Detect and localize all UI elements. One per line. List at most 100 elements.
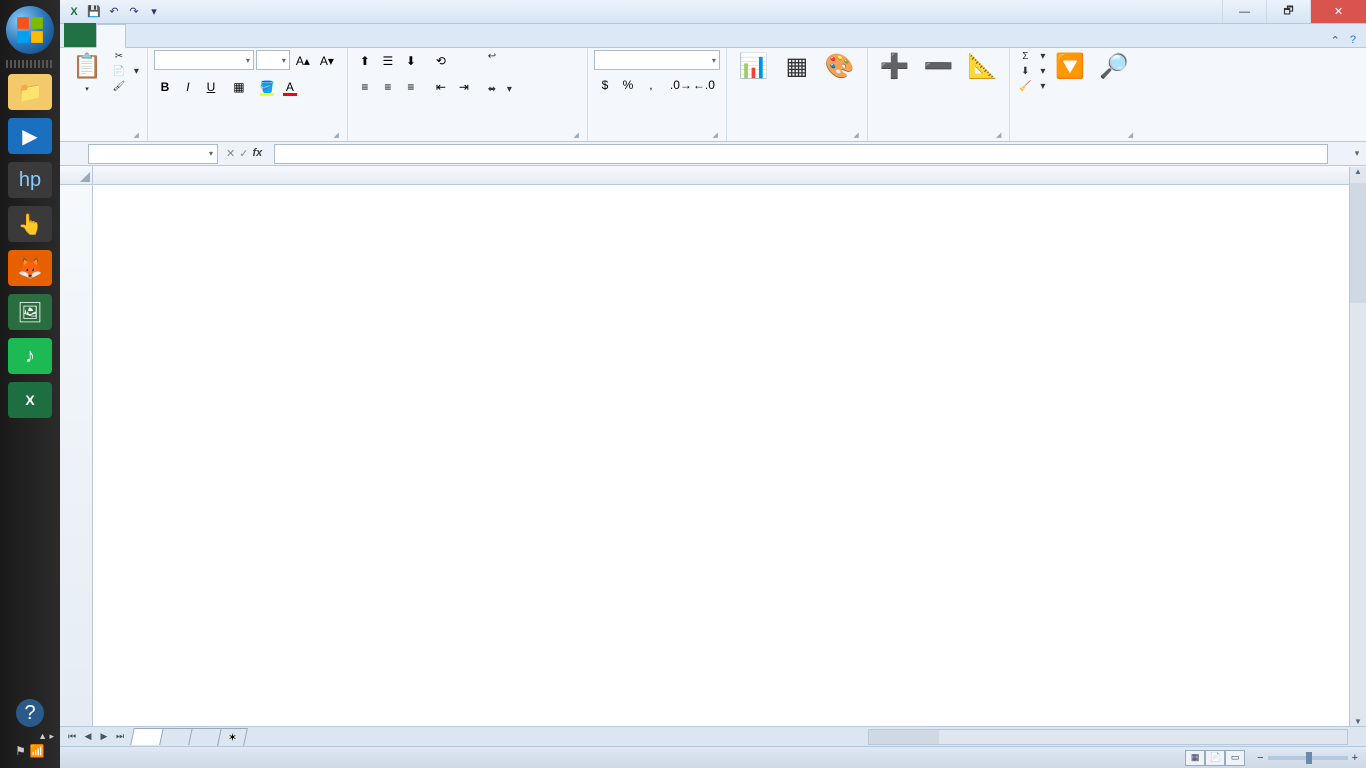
font-size-combo[interactable] xyxy=(256,50,290,70)
prev-sheet-icon[interactable]: ◀ xyxy=(80,731,96,742)
currency-icon[interactable]: $ xyxy=(594,74,616,96)
redo-icon[interactable]: ↷ xyxy=(126,4,142,20)
first-sheet-icon[interactable]: ⏮ xyxy=(64,731,80,742)
tab-home[interactable] xyxy=(96,24,126,48)
number-format-combo[interactable] xyxy=(594,50,720,70)
qat-customize-icon[interactable]: ▾ xyxy=(146,4,162,20)
format-cells-button[interactable]: 📐 xyxy=(961,50,1003,85)
align-right-icon[interactable]: ≡ xyxy=(400,76,422,98)
align-bottom-icon[interactable]: ⬇ xyxy=(400,50,422,72)
copy-button[interactable]: 📄 ▾ xyxy=(110,65,141,78)
page-break-view-icon[interactable]: ▭ xyxy=(1225,750,1245,766)
autosum-button[interactable]: Σ ▾ xyxy=(1016,50,1047,63)
enter-formula-icon[interactable]: ✓ xyxy=(239,147,248,160)
save-icon[interactable]: 💾 xyxy=(86,4,102,20)
border-button[interactable]: ▦ xyxy=(228,76,250,98)
group-label-alignment xyxy=(354,137,581,141)
bold-button[interactable]: B xyxy=(154,76,176,98)
brush-icon: 🖌 xyxy=(112,81,126,92)
tab-page-layout[interactable] xyxy=(154,23,182,47)
taskbar-hp[interactable]: hp xyxy=(8,162,52,198)
italic-button[interactable]: I xyxy=(177,76,199,98)
taskbar-grip xyxy=(6,60,54,68)
taskbar-excel[interactable]: X xyxy=(8,382,52,418)
zoom-control[interactable]: − + xyxy=(1253,752,1358,764)
flag-icon: ⚑ xyxy=(15,744,26,758)
expand-formula-bar[interactable]: ▾ xyxy=(1348,148,1366,159)
taskbar-media-player[interactable]: ▶ xyxy=(8,118,52,154)
horizontal-scrollbar[interactable] xyxy=(868,729,1348,745)
increase-font-icon[interactable]: A▴ xyxy=(292,50,314,72)
close-button[interactable]: ✕ xyxy=(1310,0,1366,23)
merge-center-button[interactable]: ⬌ ▾ xyxy=(483,83,514,96)
fx-icon[interactable]: fx xyxy=(252,147,262,160)
underline-button[interactable]: U xyxy=(200,76,222,98)
taskbar-firefox[interactable]: 🦊 xyxy=(8,250,52,286)
increase-decimal-icon[interactable]: .0→ xyxy=(670,74,692,96)
paste-button[interactable]: 📋 ▾ xyxy=(66,50,108,95)
minimize-button[interactable]: — xyxy=(1222,0,1266,23)
orientation-icon[interactable]: ⟲ xyxy=(430,50,452,72)
delete-cells-button[interactable]: ➖ xyxy=(918,50,960,85)
tab-insert[interactable] xyxy=(126,23,154,47)
taskbar-photos[interactable]: 🖼 xyxy=(8,294,52,330)
comma-icon[interactable]: , xyxy=(640,74,662,96)
find-select-button[interactable]: 🔎 xyxy=(1093,50,1135,85)
format-painter-button[interactable]: 🖌 xyxy=(110,80,141,93)
cells-area[interactable] xyxy=(93,185,1366,726)
decrease-indent-icon[interactable]: ⇤ xyxy=(430,76,452,98)
align-top-icon[interactable]: ⬆ xyxy=(354,50,376,72)
next-sheet-icon[interactable]: ▶ xyxy=(96,731,112,742)
select-all-corner[interactable] xyxy=(60,166,93,184)
cell-styles-button[interactable]: 🎨 xyxy=(819,50,861,85)
zoom-in-icon[interactable]: + xyxy=(1352,752,1358,764)
sort-filter-button[interactable]: 🔽 xyxy=(1049,50,1091,85)
decrease-decimal-icon[interactable]: ←.0 xyxy=(693,74,715,96)
name-box[interactable] xyxy=(88,144,218,164)
ribbon-minimize-icon[interactable]: ⌃ xyxy=(1331,34,1340,47)
tab-view[interactable] xyxy=(266,23,294,47)
tab-review[interactable] xyxy=(238,23,266,47)
fill-button[interactable]: ⬇ ▾ xyxy=(1016,65,1047,78)
page-layout-view-icon[interactable]: 📄 xyxy=(1205,750,1225,766)
vertical-scrollbar[interactable] xyxy=(1349,167,1366,726)
undo-icon[interactable]: ↶ xyxy=(106,4,122,20)
taskbar-touch[interactable]: 👆 xyxy=(8,206,52,242)
help-icon[interactable]: ? xyxy=(1350,34,1356,47)
zoom-slider[interactable] xyxy=(1268,756,1348,760)
normal-view-icon[interactable]: ▦ xyxy=(1185,750,1205,766)
conditional-formatting-button[interactable]: 📊 xyxy=(733,50,775,85)
font-color-button[interactable]: A xyxy=(279,76,301,98)
insert-icon: ➕ xyxy=(880,52,910,81)
zoom-out-icon[interactable]: − xyxy=(1257,752,1263,764)
tab-formulas[interactable] xyxy=(182,23,210,47)
taskbar-spotify[interactable]: ♪ xyxy=(8,338,52,374)
maximize-button[interactable]: 🗗 xyxy=(1266,0,1310,23)
decrease-font-icon[interactable]: A▾ xyxy=(316,50,338,72)
taskbar-explorer[interactable]: 📁 xyxy=(8,74,52,110)
align-left-icon[interactable]: ≡ xyxy=(354,76,376,98)
tab-data[interactable] xyxy=(210,23,238,47)
formula-input[interactable] xyxy=(274,144,1328,164)
row-headers xyxy=(60,185,93,726)
new-sheet-tab[interactable]: ✶ xyxy=(217,728,248,746)
insert-cells-button[interactable]: ➕ xyxy=(874,50,916,85)
font-name-combo[interactable] xyxy=(154,50,254,70)
cancel-formula-icon[interactable]: ✕ xyxy=(226,147,235,160)
taskbar-help[interactable]: ? xyxy=(16,699,44,727)
align-middle-icon[interactable]: ☰ xyxy=(377,50,399,72)
align-center-icon[interactable]: ≡ xyxy=(377,76,399,98)
fill-color-button[interactable]: 🪣 xyxy=(256,76,278,98)
last-sheet-icon[interactable]: ⏭ xyxy=(112,731,128,742)
wrap-text-button[interactable]: ↩ xyxy=(483,50,514,63)
cut-button[interactable]: ✂ xyxy=(110,50,141,63)
taskbar-show-hidden[interactable]: ▲ ▸ xyxy=(0,731,60,742)
ribbon-group-editing: Σ ▾ ⬇ ▾ 🧹 ▾ 🔽 🔎 xyxy=(1010,48,1141,141)
file-tab[interactable] xyxy=(64,23,96,47)
format-as-table-button[interactable]: ▦ xyxy=(777,50,817,85)
increase-indent-icon[interactable]: ⇥ xyxy=(453,76,475,98)
clear-button[interactable]: 🧹 ▾ xyxy=(1016,80,1047,93)
percent-icon[interactable]: % xyxy=(617,74,639,96)
start-button[interactable] xyxy=(6,6,54,54)
tray-icons[interactable]: ⚑📶 xyxy=(13,742,47,760)
